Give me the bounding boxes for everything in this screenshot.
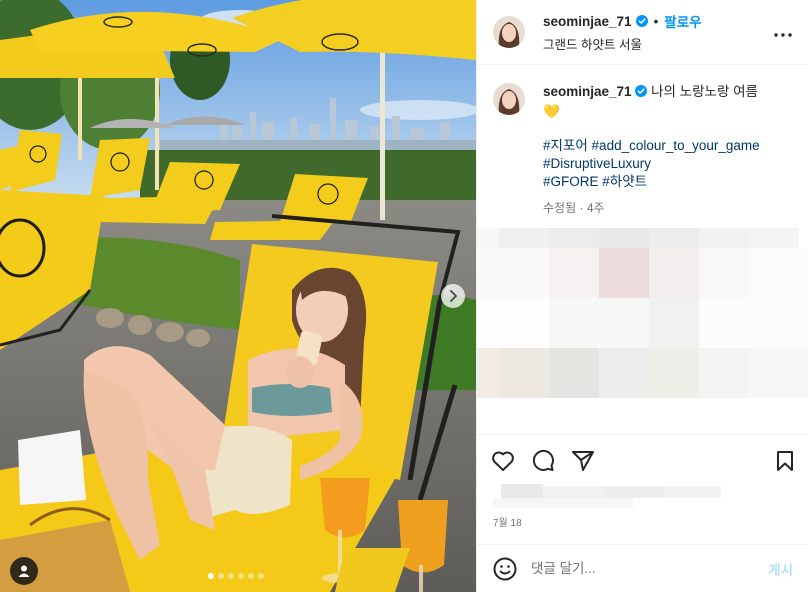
more-options-button[interactable] bbox=[774, 24, 792, 40]
caption-username[interactable]: seominjae_71 bbox=[543, 84, 632, 99]
photo-scene bbox=[0, 0, 476, 592]
more-horizontal-icon bbox=[774, 33, 792, 37]
post-comment-button[interactable]: 게시 bbox=[768, 559, 793, 579]
save-button[interactable] bbox=[775, 450, 795, 472]
hashtag-link[interactable]: #지포어 bbox=[543, 138, 588, 153]
carousel-dot bbox=[258, 573, 264, 579]
caption-text: 나의 노랑노랑 여름 bbox=[651, 84, 758, 99]
carousel-dot bbox=[218, 573, 224, 579]
blurred-comments bbox=[477, 228, 808, 438]
share-button[interactable] bbox=[571, 450, 595, 472]
author-avatar[interactable] bbox=[493, 16, 525, 48]
comment-button[interactable] bbox=[531, 449, 555, 473]
yellow-heart-emoji: 💛 bbox=[543, 104, 560, 119]
blurred-likes bbox=[493, 484, 721, 510]
action-bar bbox=[477, 434, 808, 486]
author-username[interactable]: seominjae_71 bbox=[543, 14, 632, 29]
carousel-indicator bbox=[208, 573, 264, 579]
meta-separator: · bbox=[579, 201, 584, 215]
carousel-dot bbox=[228, 573, 234, 579]
carousel-dot bbox=[238, 573, 244, 579]
hashtag-link[interactable]: #하얏트 bbox=[602, 174, 647, 189]
caption-meta: 수정됨 · 4주 bbox=[543, 199, 775, 217]
comment-input[interactable] bbox=[531, 561, 769, 576]
verified-badge-icon bbox=[635, 85, 648, 97]
share-icon bbox=[572, 450, 594, 471]
hashtag-link[interactable]: #DisruptiveLuxury bbox=[543, 156, 651, 171]
post-caption: seominjae_71 나의 노랑노랑 여름 💛 #지포어 #add_colo… bbox=[477, 65, 808, 217]
post-header: seominjae_71 • 팔로우 그랜드 하얏트 서울 bbox=[477, 0, 808, 65]
heart-icon bbox=[492, 451, 514, 471]
chevron-right-icon bbox=[450, 290, 457, 302]
add-comment-bar: 게시 bbox=[477, 544, 808, 592]
post-date[interactable]: 7월 18 bbox=[493, 514, 522, 529]
post-location[interactable]: 그랜드 하얏트 서울 bbox=[543, 34, 702, 53]
post-photo[interactable] bbox=[0, 0, 476, 592]
verified-badge-icon bbox=[635, 15, 648, 27]
bookmark-icon bbox=[777, 450, 793, 471]
hashtag-link[interactable]: #GFORE bbox=[543, 174, 599, 189]
avatar-image bbox=[493, 83, 525, 115]
follow-button[interactable]: 팔로우 bbox=[664, 11, 701, 31]
hashtag-link[interactable]: #add_colour_to_your_game bbox=[592, 138, 760, 153]
like-button[interactable] bbox=[491, 450, 515, 472]
caption-author-avatar[interactable] bbox=[493, 83, 525, 115]
likes-blur-graphic bbox=[493, 484, 721, 508]
user-tag-icon bbox=[18, 565, 30, 577]
post-modal: seominjae_71 • 팔로우 그랜드 하얏트 서울 seominjae_… bbox=[0, 0, 808, 592]
emoji-button[interactable] bbox=[493, 557, 517, 581]
carousel-next-button[interactable] bbox=[441, 284, 465, 308]
post-details-panel: seominjae_71 • 팔로우 그랜드 하얏트 서울 seominjae_… bbox=[476, 0, 808, 592]
carousel-dot bbox=[248, 573, 254, 579]
carousel-dot bbox=[208, 573, 214, 579]
header-separator: • bbox=[653, 13, 659, 29]
post-age[interactable]: 4주 bbox=[587, 201, 605, 215]
comment-icon bbox=[532, 449, 554, 471]
edited-label: 수정됨 bbox=[543, 201, 577, 215]
tagged-users-button[interactable] bbox=[10, 557, 38, 585]
emoji-icon bbox=[493, 557, 517, 580]
avatar-image bbox=[493, 16, 525, 48]
